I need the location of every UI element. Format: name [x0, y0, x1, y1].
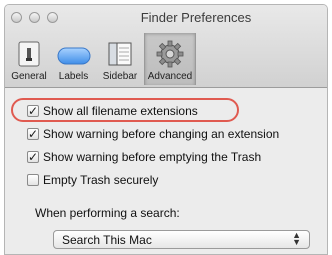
window-title: Finder Preferences — [140, 10, 252, 25]
warn-change-extension-label: Show warning before changing an extensio… — [43, 127, 280, 141]
updown-arrows-icon: ▲ ▼ — [292, 230, 301, 247]
advanced-pane: ✓ Show all filename extensions ✓ Show wa… — [5, 88, 327, 254]
option-empty-trash-securely[interactable]: Empty Trash securely — [27, 173, 158, 187]
tab-advanced-label: Advanced — [147, 71, 193, 82]
search-scope-label: When performing a search: — [35, 206, 180, 220]
toolbar: Finder Preferences General Labels Sideba… — [5, 5, 327, 88]
show-extensions-checkbox[interactable]: ✓ — [27, 105, 39, 117]
warn-empty-trash-label: Show warning before emptying the Trash — [43, 150, 262, 164]
tab-sidebar-label: Sidebar — [102, 71, 138, 82]
option-warn-empty-trash[interactable]: ✓ Show warning before emptying the Trash — [27, 150, 261, 164]
show-extensions-label: Show all filename extensions — [43, 104, 198, 118]
empty-trash-securely-label: Empty Trash securely — [43, 173, 159, 187]
tab-advanced[interactable]: Advanced — [144, 33, 196, 85]
tab-labels[interactable]: Labels — [51, 33, 96, 85]
finder-preferences-window: Finder Preferences General Labels Sideba… — [4, 4, 328, 255]
option-show-extensions[interactable]: ✓ Show all filename extensions — [27, 104, 198, 118]
labels-icon — [56, 40, 92, 68]
tab-general-label: General — [11, 71, 47, 82]
empty-trash-securely-checkbox[interactable] — [27, 174, 39, 186]
preference-tabs: General Labels Sidebar Advanced — [7, 33, 196, 85]
search-scope-value: Search This Mac — [62, 232, 152, 247]
warn-empty-trash-checkbox[interactable]: ✓ — [27, 151, 39, 163]
tab-labels-label: Labels — [58, 71, 89, 82]
gear-icon — [156, 40, 184, 68]
tab-sidebar[interactable]: Sidebar — [96, 33, 144, 85]
warn-change-extension-checkbox[interactable]: ✓ — [27, 128, 39, 140]
general-icon — [14, 40, 44, 68]
sidebar-icon — [106, 40, 134, 68]
option-warn-change-extension[interactable]: ✓ Show warning before changing an extens… — [27, 127, 279, 141]
tab-general[interactable]: General — [7, 33, 51, 85]
search-scope-popup[interactable]: Search This Mac ▲ ▼ — [53, 230, 310, 249]
